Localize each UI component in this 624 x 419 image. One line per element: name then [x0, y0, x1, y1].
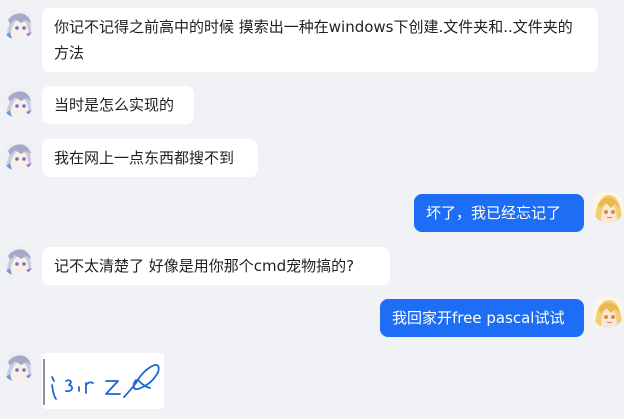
handwritten-sketch-icon	[42, 353, 164, 409]
my-avatar[interactable]	[592, 191, 624, 223]
message-bubble[interactable]: 坏了，我已经忘记了	[414, 194, 584, 232]
message-bubble[interactable]: 我在网上一点东西都搜不到	[42, 139, 258, 177]
message-bubble[interactable]: 当时是怎么实现的	[42, 86, 194, 124]
friend-avatar[interactable]	[2, 86, 34, 118]
friend-avatar[interactable]	[2, 139, 34, 171]
my-avatar[interactable]	[592, 296, 624, 328]
sticker-image[interactable]	[42, 353, 164, 409]
message-bubble[interactable]: 你记不记得之前高中的时候 摸索出一种在windows下创建.文件夹和..文件夹的…	[42, 8, 598, 72]
message-bubble[interactable]: 我回家开free pascal试试	[380, 299, 584, 337]
friend-avatar[interactable]	[2, 350, 34, 382]
message-bubble[interactable]: 记不太清楚了 好像是用你那个cmd宠物搞的?	[42, 247, 390, 285]
friend-avatar[interactable]	[2, 8, 34, 40]
friend-avatar[interactable]	[2, 244, 34, 276]
